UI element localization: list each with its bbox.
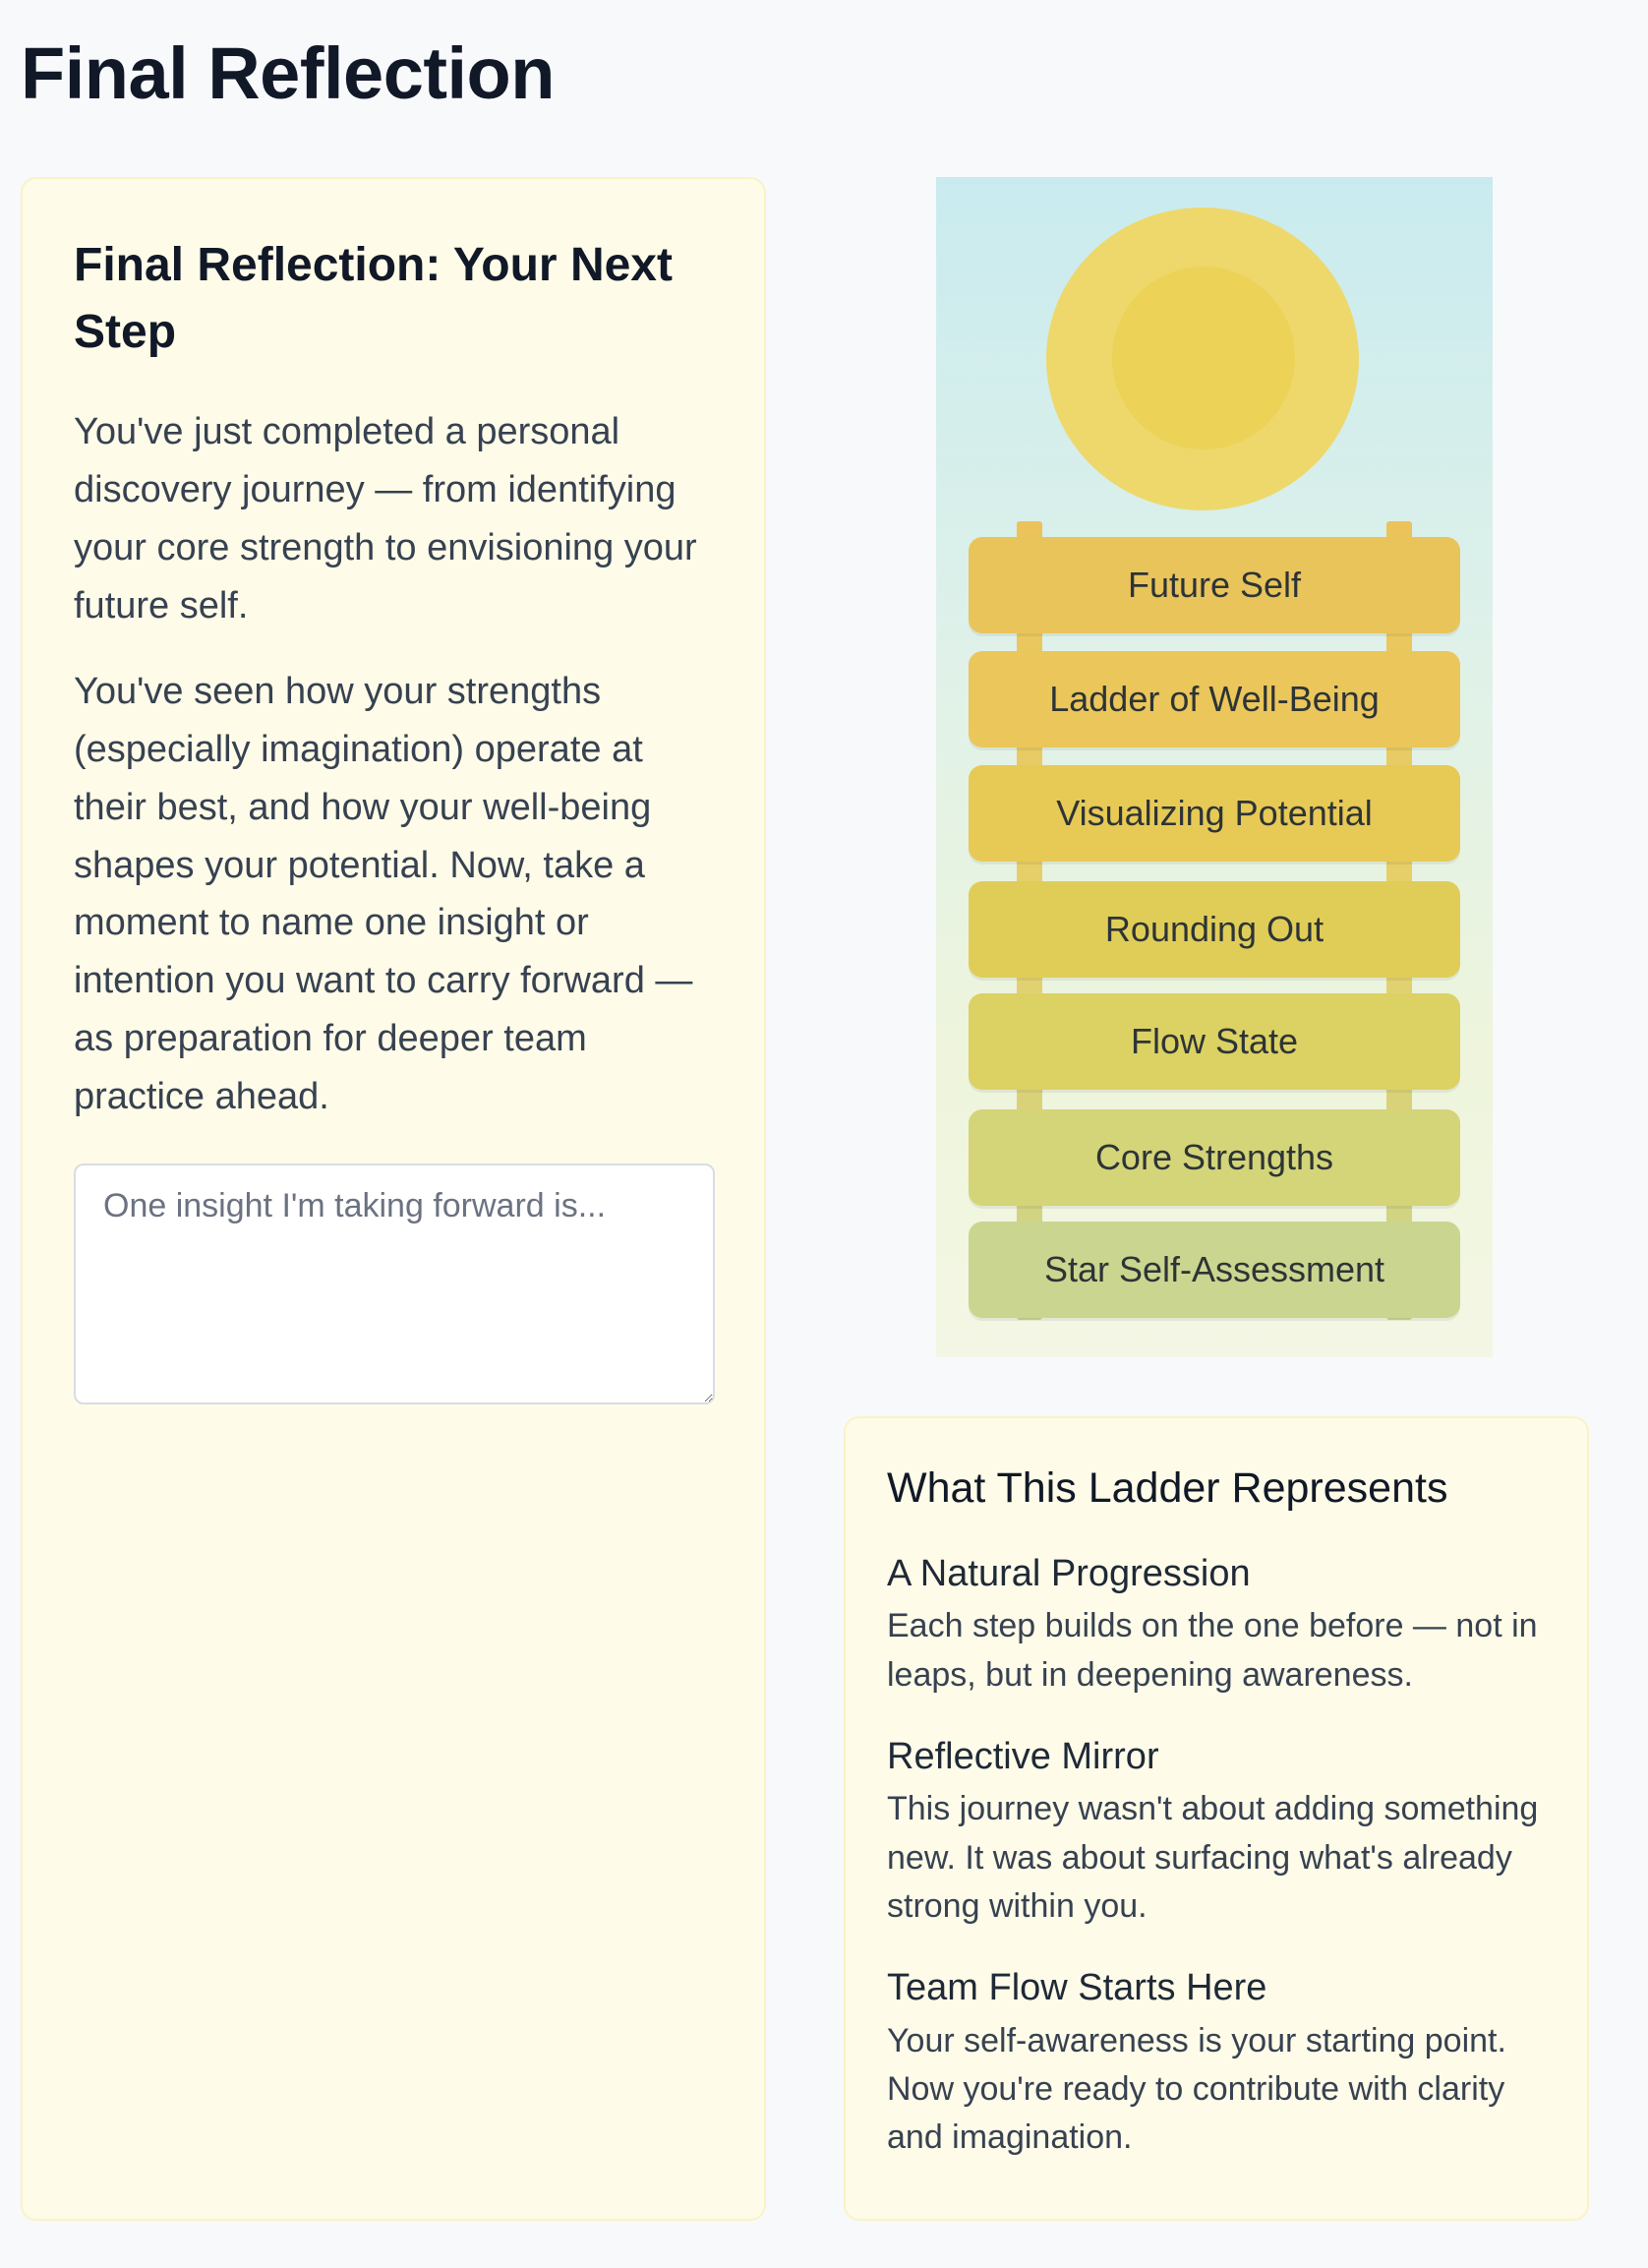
- info-heading: What This Ladder Represents: [887, 1464, 1448, 1512]
- ladder-rung-label: Core Strengths: [1094, 1137, 1334, 1177]
- ladder-rung-well-being: Ladder of Well-Being: [969, 651, 1460, 747]
- info-item-title: Reflective Mirror: [887, 1735, 1159, 1777]
- ladder-rung-label: Visualizing Potential: [1056, 793, 1373, 833]
- info-item-title: A Natural Progression: [887, 1552, 1251, 1594]
- reflection-heading: Final Reflection: Your Next Step: [74, 239, 673, 359]
- ladder-rung-label: Rounding Out: [1104, 909, 1324, 949]
- ladder-info-card: What This Ladder Represents A Natural Pr…: [844, 1416, 1589, 2221]
- sun-icon: [1046, 208, 1359, 510]
- sun-core: [1112, 267, 1295, 449]
- ladder-rung-rounding-out: Rounding Out: [969, 881, 1460, 978]
- insight-input[interactable]: [74, 1164, 715, 1404]
- ladder-rung-label: Ladder of Well-Being: [1049, 679, 1380, 719]
- ladder-rung-visualizing-potential: Visualizing Potential: [969, 765, 1460, 862]
- reflection-paragraph-2: You've seen how your strengths (especial…: [74, 670, 693, 1118]
- reflection-card: Final Reflection: Your Next Step You've …: [21, 177, 766, 2221]
- info-item-text: This journey wasn't about adding somethi…: [887, 1790, 1539, 1925]
- info-item-text: Your self-awareness is your starting poi…: [887, 2021, 1506, 2157]
- info-item: Reflective Mirror This journey wasn't ab…: [887, 1733, 1546, 1931]
- ladder-rung-label: Star Self-Assessment: [1043, 1249, 1385, 1289]
- ladder-rung-label: Flow State: [1130, 1021, 1299, 1061]
- ladder-rung-label: Future Self: [1127, 565, 1302, 605]
- ladder-rung-flow-state: Flow State: [969, 993, 1460, 1090]
- reflection-paragraph-1: You've just completed a personal discove…: [74, 411, 697, 627]
- info-item: A Natural Progression Each step builds o…: [887, 1550, 1546, 1700]
- page-title: Final Reflection: [21, 32, 555, 114]
- ladder-rung-future-self: Future Self: [969, 537, 1460, 633]
- info-item-title: Team Flow Starts Here: [887, 1967, 1267, 2009]
- ladder-rung-star-self-assessment: Star Self-Assessment: [969, 1222, 1460, 1318]
- info-item-text: Each step builds on the one before — not…: [887, 1607, 1538, 1694]
- ladder-rung-core-strengths: Core Strengths: [969, 1109, 1460, 1206]
- info-item: Team Flow Starts Here Your self-awarenes…: [887, 1964, 1546, 2162]
- ladder-illustration: Future Self Ladder of Well-Being Visuali…: [936, 177, 1493, 1357]
